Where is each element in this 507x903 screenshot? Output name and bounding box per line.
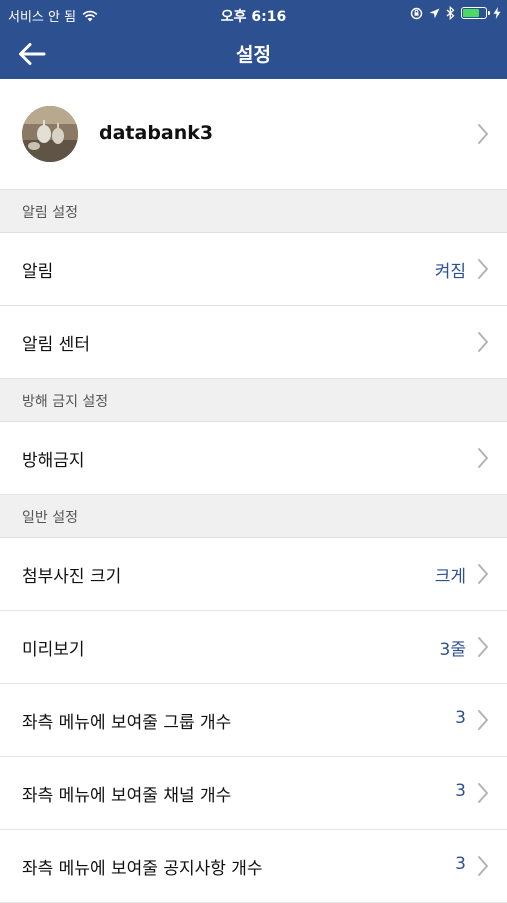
status-bar: 서비스 안 됨 오후 6:16 [0,0,507,28]
row-label: 첨부사진 크기 [22,567,122,587]
row-value: 3 [455,781,466,801]
section-header-notifications: 알림 설정 [0,190,507,233]
status-right [410,6,501,20]
avatar-image [22,106,78,162]
bluetooth-icon [446,6,455,20]
chevron-right-icon [478,448,488,468]
row-value: 크게 [434,567,466,587]
section-title: 알림 설정 [22,205,78,221]
navigation-bar: 설정 [0,28,507,79]
settings-row-notification-center[interactable]: 알림 센터 [0,306,507,379]
row-label: 좌측 메뉴에 보여줄 그룹 개수 [22,713,232,733]
settings-row-attachment-size[interactable]: 첨부사진 크기 크게 [0,538,507,611]
row-label: 미리보기 [22,640,85,660]
profile-username: databank3 [99,122,214,144]
section-title: 방해 금지 설정 [22,394,109,410]
row-label: 좌측 메뉴에 보여줄 공지사항 개수 [22,859,263,879]
battery-icon [461,7,490,19]
chevron-right-icon [478,856,488,876]
settings-list: databank3 알림 설정 알림 켜짐 알림 센터 방해 금지 설정 방해금… [0,79,507,903]
chevron-right-icon [478,710,488,730]
settings-row-notifications[interactable]: 알림 켜짐 [0,233,507,306]
settings-row-do-not-disturb[interactable]: 방해금지 [0,422,507,495]
chevron-right-icon [478,783,488,803]
chevron-right-icon [478,637,488,657]
settings-row-channel-count[interactable]: 좌측 메뉴에 보여줄 채널 개수 3 [0,757,507,830]
location-arrow-icon [429,8,440,18]
settings-row-notice-count[interactable]: 좌측 메뉴에 보여줄 공지사항 개수 3 [0,830,507,903]
page-title: 설정 [236,44,271,66]
chevron-right-icon [478,259,488,279]
row-label: 알림 [22,262,54,282]
row-value: 3 [455,708,466,728]
section-header-do-not-disturb: 방해 금지 설정 [0,379,507,422]
chevron-right-icon [478,564,488,584]
chevron-right-icon [478,332,488,352]
orientation-lock-icon [410,7,423,19]
row-label: 좌측 메뉴에 보여줄 채널 개수 [22,786,232,806]
section-title: 일반 설정 [22,510,78,526]
charging-bolt-icon [493,7,501,19]
chevron-right-icon [478,124,488,144]
row-value: 3줄 [439,640,466,660]
section-header-general: 일반 설정 [0,495,507,538]
row-value: 켜짐 [434,262,466,282]
profile-row[interactable]: databank3 [0,79,507,190]
row-value: 3 [455,854,466,874]
row-label: 알림 센터 [22,335,90,355]
avatar [22,106,78,162]
row-label: 방해금지 [22,451,85,471]
app-header: 서비스 안 됨 오후 6:16 설정 [0,0,507,79]
settings-row-preview[interactable]: 미리보기 3줄 [0,611,507,684]
settings-row-group-count[interactable]: 좌측 메뉴에 보여줄 그룹 개수 3 [0,684,507,757]
